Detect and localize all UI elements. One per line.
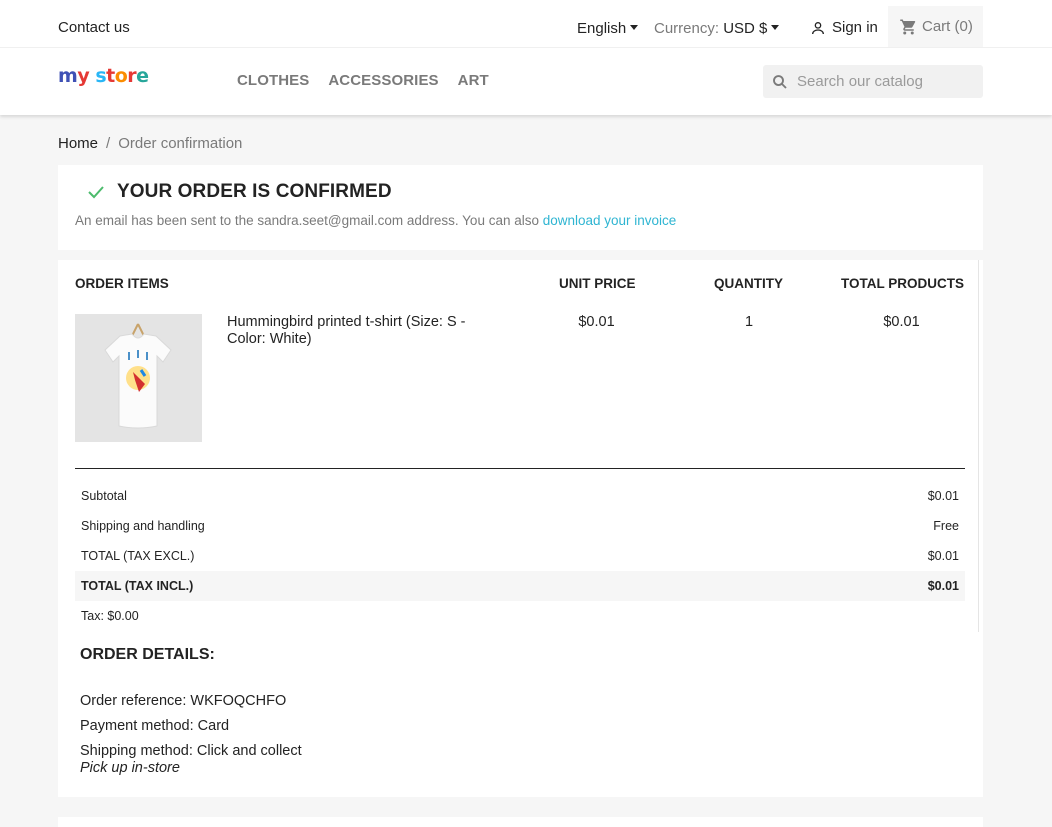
totals-value: $0.01 <box>927 489 959 503</box>
search-box <box>763 65 983 98</box>
totals-value: Free <box>933 519 959 533</box>
user-icon <box>812 21 824 34</box>
sign-in-label: Sign in <box>832 19 878 36</box>
currency-value: USD $ <box>723 20 768 37</box>
tshirt-icon <box>75 314 202 442</box>
product-total: $0.01 <box>883 314 920 330</box>
breadcrumb-current: Order confirmation <box>118 135 243 152</box>
top-bar: Contact us English Currency: USD $ Sign … <box>0 0 1052 48</box>
breadcrumb-home[interactable]: Home <box>58 135 98 152</box>
breadcrumb: Home / Order confirmation <box>58 135 242 152</box>
download-invoice-link[interactable]: download your invoice <box>543 213 677 228</box>
cart-icon <box>900 19 916 34</box>
order-details: ORDER DETAILS: Order reference: WKFOQCHF… <box>80 646 302 776</box>
totals-row-shipping: Shipping and handling Free <box>75 511 965 541</box>
language-selector[interactable]: English <box>577 20 639 37</box>
check-icon <box>88 186 104 199</box>
currency-label: Currency: <box>654 20 720 37</box>
next-section-card <box>58 817 983 827</box>
payment-method: Payment method: Card <box>80 718 230 734</box>
totals-label: Tax: $0.00 <box>81 609 139 623</box>
confirmation-title: YOUR ORDER IS CONFIRMED <box>117 181 392 202</box>
currency-selector[interactable]: Currency: USD $ <box>654 20 780 37</box>
confirmation-text: An email has been sent to the sandra.see… <box>75 213 543 228</box>
main-header: my store CLOTHES ACCESSORIES ART <box>0 48 1052 115</box>
caret-down-icon <box>771 25 780 30</box>
logo-letter: r <box>127 65 137 87</box>
quantity: 1 <box>744 314 754 330</box>
column-header-unit-price: UNIT PRICE <box>559 276 636 291</box>
order-summary-card: ORDER ITEMS UNIT PRICE QUANTITY TOTAL PR… <box>58 260 983 797</box>
caret-down-icon <box>630 25 639 30</box>
totals-value: $0.01 <box>927 579 959 593</box>
order-reference: Order reference: WKFOQCHFO <box>80 693 287 709</box>
column-header-quantity: QUANTITY <box>714 276 783 291</box>
totals-label: TOTAL (TAX EXCL.) <box>81 549 195 563</box>
search-input[interactable] <box>797 73 977 90</box>
order-details-title: ORDER DETAILS: <box>80 646 215 663</box>
totals-label: Subtotal <box>81 489 127 503</box>
order-confirmation-card: YOUR ORDER IS CONFIRMED An email has bee… <box>58 165 983 250</box>
nav-item-clothes[interactable]: CLOTHES <box>237 72 309 89</box>
nav-item-art[interactable]: ART <box>458 72 489 89</box>
totals-label: TOTAL (TAX INCL.) <box>81 579 194 593</box>
confirmation-heading: YOUR ORDER IS CONFIRMED <box>87 181 392 203</box>
search-icon[interactable] <box>771 73 789 91</box>
unit-price: $0.01 <box>578 314 615 330</box>
product-name[interactable]: Hummingbird printed t-shirt (Size: S - C… <box>227 314 487 348</box>
column-header-order-items: ORDER ITEMS <box>75 276 169 291</box>
product-image <box>75 314 202 442</box>
logo-letter: e <box>136 65 149 87</box>
cart-label: Cart (0) <box>922 18 973 35</box>
cart-button[interactable]: Cart (0) <box>888 6 983 47</box>
logo-letter: m <box>58 65 78 87</box>
totals-row-tax-incl: TOTAL (TAX INCL.) $0.01 <box>75 571 965 601</box>
totals-row-subtotal: Subtotal $0.01 <box>75 481 965 511</box>
nav-item-accessories[interactable]: ACCESSORIES <box>328 72 438 89</box>
order-totals: Subtotal $0.01 Shipping and handling Free … <box>75 481 965 631</box>
totals-row-tax: Tax: $0.00 <box>75 601 965 631</box>
language-label: English <box>577 20 627 37</box>
sign-in-link[interactable]: Sign in <box>810 19 878 36</box>
logo-letter: y <box>77 65 90 87</box>
confirmation-message: An email has been sent to the sandra.see… <box>75 213 676 228</box>
totals-value: $0.01 <box>927 549 959 563</box>
main-nav: CLOTHES ACCESSORIES ART <box>237 72 489 89</box>
breadcrumb-separator: / <box>106 135 111 152</box>
divider <box>75 468 965 469</box>
divider <box>978 260 979 632</box>
contact-us-link[interactable]: Contact us <box>58 19 130 36</box>
logo-letter: t <box>106 65 115 87</box>
store-logo[interactable]: my store <box>58 65 149 87</box>
logo-letter: o <box>114 65 128 87</box>
column-header-total-products: TOTAL PRODUCTS <box>841 276 965 291</box>
logo-letter: s <box>95 65 107 87</box>
totals-label: Shipping and handling <box>81 519 205 533</box>
totals-row-tax-excl: TOTAL (TAX EXCL.) $0.01 <box>75 541 965 571</box>
